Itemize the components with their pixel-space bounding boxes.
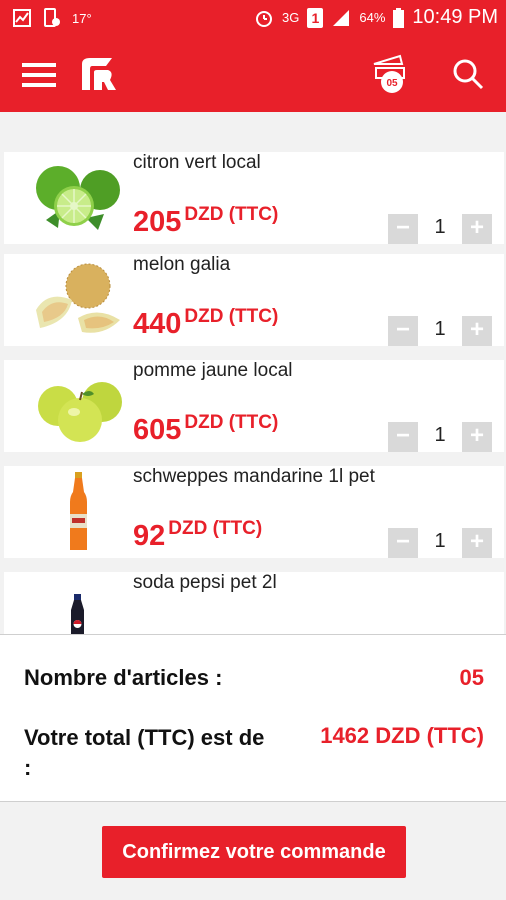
phone-timer-icon	[44, 8, 60, 27]
promo-icon[interactable]: 05	[370, 52, 410, 96]
clock-text: 10:49 PM	[412, 6, 498, 28]
cart-list[interactable]: citron vert local 205 DZD (TTC) − 1 + mel…	[0, 152, 506, 634]
melon-image	[36, 263, 120, 333]
increment-button[interactable]: +	[462, 214, 492, 244]
search-icon[interactable]	[452, 58, 484, 90]
quantity-stepper: − 1 +	[388, 316, 494, 346]
product-name: melon galia	[133, 254, 231, 275]
item-count-label: Nombre d'articles :	[24, 665, 223, 690]
promo-badge: 05	[386, 78, 398, 89]
pepsi-bottle-image	[71, 594, 84, 634]
app-bar: 05	[0, 36, 506, 112]
quantity-value: 1	[434, 216, 446, 238]
quantity-value: 1	[434, 318, 446, 340]
alarm-icon	[256, 10, 273, 27]
product-price: 440 DZD (TTC)	[133, 306, 279, 340]
confirm-order-button[interactable]: Confirmez votre commande	[102, 826, 406, 878]
status-bar: 17° 3G 1 64% 10:49 PM	[0, 0, 506, 36]
chart-icon	[13, 9, 31, 27]
cart-item-melon[interactable]: melon galia 440 DZD (TTC) − 1 +	[4, 254, 504, 346]
quantity-stepper: − 1 +	[388, 214, 494, 244]
cart-item-pepsi[interactable]: soda pepsi pet 2l	[4, 572, 504, 634]
quantity-stepper: − 1 +	[388, 528, 494, 558]
increment-button[interactable]: +	[462, 316, 492, 346]
menu-icon[interactable]	[22, 62, 56, 88]
battery-icon	[393, 7, 405, 28]
brand-logo	[82, 58, 116, 90]
quantity-value: 1	[434, 424, 446, 446]
battery-percent-text: 64%	[359, 10, 386, 25]
orange-soda-bottle-image	[70, 472, 87, 550]
apple-image	[38, 382, 122, 442]
decrement-button[interactable]: −	[388, 214, 418, 244]
cart-item-pomme[interactable]: pomme jaune local 605 DZD (TTC) − 1 +	[4, 360, 504, 452]
cart-summary: Nombre d'articles : 05 Votre total (TTC)…	[0, 634, 506, 802]
quantity-stepper: − 1 +	[388, 422, 494, 452]
decrement-button[interactable]: −	[388, 528, 418, 558]
increment-button[interactable]: +	[462, 528, 492, 558]
signal-icon	[333, 9, 350, 26]
network-type-text: 3G	[282, 10, 300, 25]
sim-icon: 1	[307, 7, 324, 28]
product-price: 605 DZD (TTC)	[133, 412, 279, 446]
quantity-value: 1	[434, 530, 446, 552]
decrement-button[interactable]: −	[388, 316, 418, 346]
increment-button[interactable]: +	[462, 422, 492, 452]
cart-item-schweppes[interactable]: schweppes mandarine 1l pet 92 DZD (TTC) −…	[4, 466, 504, 558]
product-name: soda pepsi pet 2l	[133, 572, 277, 593]
decrement-button[interactable]: −	[388, 422, 418, 452]
product-name: citron vert local	[133, 152, 261, 173]
temperature-text: 17°	[72, 10, 92, 26]
product-name: pomme jaune local	[133, 360, 293, 381]
item-count-value: 05	[459, 665, 484, 690]
total-label: Votre total (TTC) est de :	[24, 725, 265, 780]
product-price: 205 DZD (TTC)	[133, 204, 279, 238]
product-name: schweppes mandarine 1l pet	[133, 466, 375, 487]
total-value: 1462 DZD (TTC)	[320, 723, 484, 748]
cart-item-citron[interactable]: citron vert local 205 DZD (TTC) − 1 +	[4, 152, 504, 244]
product-price: 92 DZD (TTC)	[133, 518, 263, 552]
lime-image	[36, 166, 120, 230]
